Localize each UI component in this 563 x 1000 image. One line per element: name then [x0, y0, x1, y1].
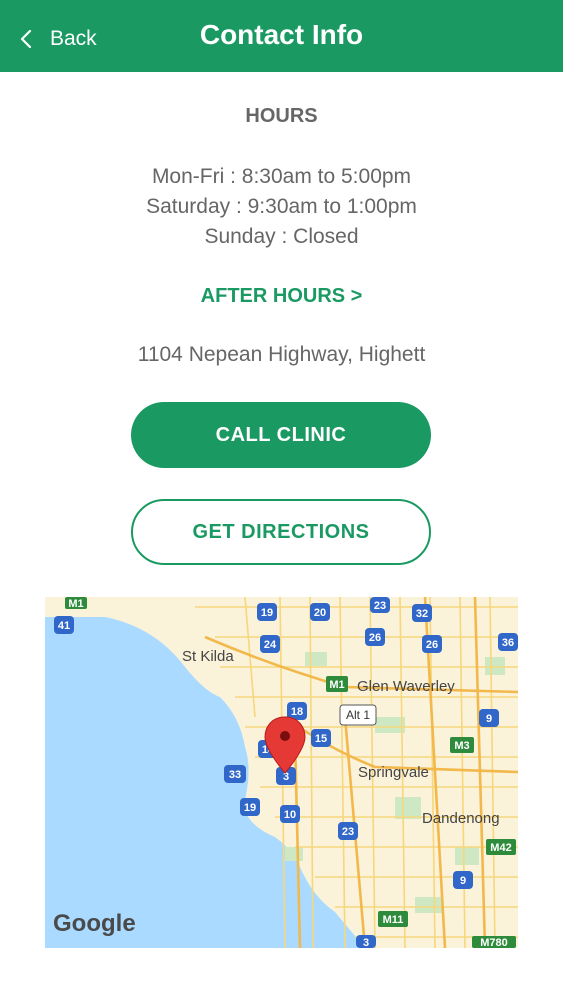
svg-text:32: 32 [416, 608, 428, 620]
motorway-shield: M11 [378, 911, 408, 927]
map-canvas: St Kilda Glen Waverley Springvale Danden… [45, 597, 518, 948]
after-hours-link[interactable]: AFTER HOURS > [0, 285, 563, 308]
hours-saturday: Saturday : 9:30am to 1:00pm [146, 195, 417, 218]
svg-text:3: 3 [283, 771, 289, 783]
hours-list: Mon-Fri : 8:30am to 5:00pm Saturday : 9:… [0, 162, 563, 252]
svg-text:M11: M11 [383, 914, 404, 926]
svg-text:9: 9 [486, 713, 492, 725]
motorway-shield: M1 [65, 597, 87, 610]
svg-text:15: 15 [315, 733, 327, 745]
get-directions-button[interactable]: GET DIRECTIONS [131, 499, 431, 565]
svg-text:M1: M1 [329, 679, 344, 691]
svg-text:23: 23 [342, 826, 354, 838]
hours-weekday: Mon-Fri : 8:30am to 5:00pm [151, 165, 412, 188]
route-shield: 36 [498, 633, 518, 651]
route-shield: 19 [257, 603, 277, 621]
route-shield: 23 [370, 597, 390, 613]
svg-text:Alt 1: Alt 1 [346, 708, 370, 722]
motorway-shield: M42 [486, 839, 516, 855]
svg-text:19: 19 [261, 607, 273, 619]
place-label-dandenong: Dandenong [422, 810, 500, 827]
place-label-st-kilda: St Kilda [182, 648, 234, 665]
back-label: Back [50, 27, 97, 50]
svg-text:36: 36 [502, 637, 514, 649]
svg-text:10: 10 [284, 809, 296, 821]
app-header: Back Contact Info [0, 0, 563, 72]
route-shield: 9 [453, 871, 473, 889]
svg-text:20: 20 [314, 607, 326, 619]
svg-text:33: 33 [229, 769, 241, 781]
svg-text:26: 26 [426, 639, 438, 651]
hours-heading: HOURS [245, 105, 318, 127]
back-button[interactable]: Back [18, 22, 97, 56]
route-shield: 9 [479, 709, 499, 727]
svg-text:M3: M3 [454, 740, 469, 752]
svg-text:M780: M780 [480, 937, 508, 948]
route-shield: 20 [310, 603, 330, 621]
chevron-left-icon [20, 29, 32, 49]
google-logo: Google [53, 910, 136, 937]
motorway-shield: M3 [450, 737, 474, 753]
place-label-glen-waverley: Glen Waverley [357, 678, 455, 695]
svg-text:19: 19 [244, 802, 256, 814]
clinic-address: 1104 Nepean Highway, Highett [137, 343, 426, 366]
route-shield: 3 [356, 935, 376, 948]
route-shield: 26 [422, 635, 442, 653]
hours-sunday: Sunday : Closed [204, 225, 359, 248]
clinic-map[interactable]: St Kilda Glen Waverley Springvale Danden… [45, 597, 518, 948]
motorway-shield: M780 [472, 936, 516, 948]
svg-text:18: 18 [291, 706, 303, 718]
route-shield: 26 [365, 628, 385, 646]
route-shield: 15 [311, 729, 331, 747]
svg-text:41: 41 [58, 620, 70, 632]
svg-text:M42: M42 [490, 842, 511, 854]
svg-text:26: 26 [369, 632, 381, 644]
motorway-shield: M1 [326, 676, 348, 692]
route-shield: 10 [280, 805, 300, 823]
route-shield: 33 [224, 765, 246, 783]
route-shield: 19 [240, 798, 260, 816]
place-label-springvale: Springvale [358, 764, 429, 781]
route-shield: 24 [260, 635, 280, 653]
svg-text:24: 24 [264, 639, 277, 651]
route-shield: 23 [338, 822, 358, 840]
route-shield-alt: Alt 1 [339, 704, 377, 726]
route-shield: 32 [412, 604, 432, 622]
svg-text:3: 3 [363, 937, 369, 948]
svg-text:M1: M1 [68, 598, 83, 610]
svg-text:9: 9 [460, 875, 466, 887]
route-shield: 41 [54, 616, 74, 634]
call-clinic-button[interactable]: CALL CLINIC [131, 402, 431, 468]
svg-text:23: 23 [374, 600, 386, 612]
